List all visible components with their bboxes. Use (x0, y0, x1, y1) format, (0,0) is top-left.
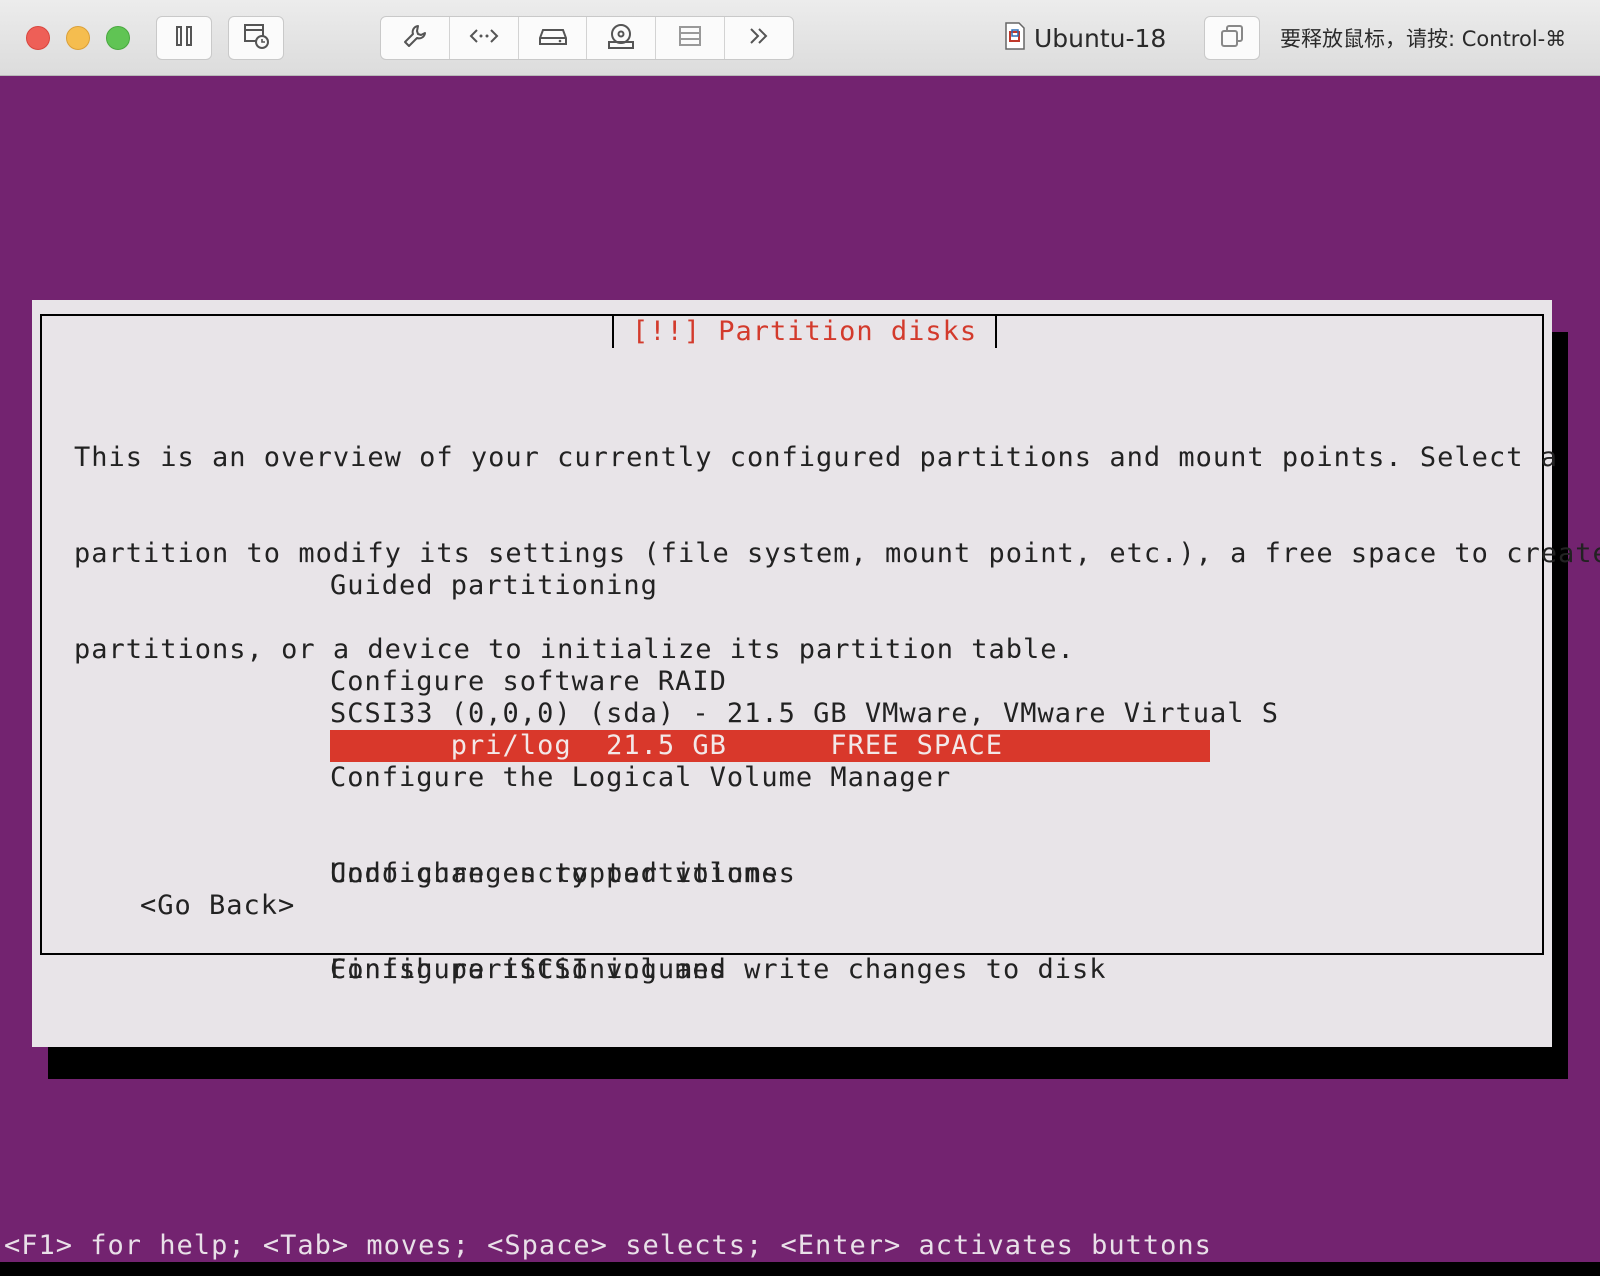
hard-disk-button[interactable] (519, 17, 588, 59)
release-mouse-hint: 要释放鼠标，请按: Control-⌘ (1280, 27, 1567, 51)
partition-dialog: [!!] Partition disks This is an overview… (32, 300, 1600, 1047)
storage-icon (676, 24, 704, 52)
storage-button[interactable] (656, 17, 726, 59)
window-duplicate-icon (1219, 23, 1245, 53)
wrench-icon (401, 22, 429, 54)
menu-item-software-raid[interactable]: Configure software RAID (330, 666, 951, 698)
intro-line: This is an overview of your currently co… (74, 442, 1558, 473)
finish-partitioning-item[interactable]: Finish partitioning and write changes to… (330, 954, 1107, 986)
window-duplicate-button[interactable] (1204, 16, 1260, 60)
window-titlebar: Ubuntu-18 要释放鼠标，请按: Control-⌘ (0, 0, 1600, 76)
free-space-item-selected[interactable]: pri/log 21.5 GB FREE SPACE (330, 730, 1210, 762)
more-button[interactable] (725, 17, 793, 59)
pause-icon (172, 24, 196, 52)
vm-name-label: Ubuntu-18 (1034, 23, 1167, 53)
help-bar: <F1> for help; <Tab> moves; <Space> sele… (4, 1230, 1212, 1261)
snapshot-button[interactable] (228, 16, 284, 60)
vm-console[interactable]: [!!] Partition disks This is an overview… (0, 76, 1600, 1276)
snapshot-icon (242, 22, 270, 54)
close-window-button[interactable] (26, 26, 50, 50)
partition-actions: Undo changes to partitions Finish partit… (330, 794, 1107, 1050)
code-icon (468, 24, 500, 52)
more-icon (745, 24, 773, 52)
cd-drive-button[interactable] (587, 17, 657, 59)
menu-item-guided-partitioning[interactable]: Guided partitioning (330, 570, 951, 602)
vm-title: Ubuntu-18 (1004, 20, 1166, 56)
dialog-title-box: [!!] Partition disks (612, 316, 998, 348)
disk-device-item[interactable]: SCSI33 (0,0,0) (sda) - 21.5 GB VMware, V… (330, 698, 1279, 730)
hard-disk-icon (538, 24, 568, 52)
cd-drive-icon (606, 22, 636, 54)
settings-button[interactable] (381, 17, 450, 59)
console-bottom-strip (0, 1262, 1600, 1276)
go-back-button[interactable]: <Go Back> (140, 890, 295, 922)
pause-button[interactable] (156, 16, 212, 60)
minimize-window-button[interactable] (66, 26, 90, 50)
dialog-frame: [!!] Partition disks This is an overview… (40, 314, 1600, 985)
menu-item-lvm[interactable]: Configure the Logical Volume Manager (330, 762, 951, 794)
undo-changes-item[interactable]: Undo changes to partitions (330, 858, 1107, 890)
maximize-window-button[interactable] (106, 26, 130, 50)
network-button[interactable] (450, 17, 519, 59)
vm-document-icon (1004, 22, 1026, 54)
dialog-title: [!!] Partition disks (632, 316, 978, 347)
vm-settings-toolbar (380, 16, 794, 60)
